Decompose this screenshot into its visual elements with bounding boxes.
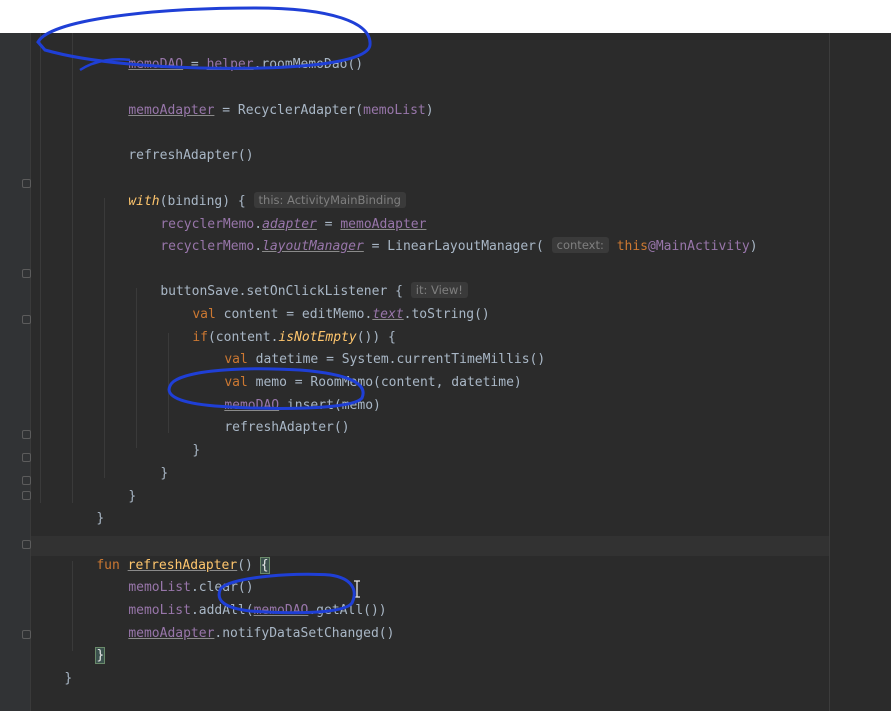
code-text: .toString() [403,307,490,322]
code-line[interactable]: } [97,467,136,504]
code-line[interactable]: } [33,649,72,686]
code-line[interactable]: with(binding) { this: ActivityMainBindin… [97,172,406,209]
this-keyword: this [616,239,649,254]
code-line[interactable]: if(content.isNotEmpty()) { [161,308,396,345]
code-text: . [254,239,263,254]
code-text: } [64,671,73,686]
fold-marker-icon[interactable] [22,315,31,324]
code-line[interactable]: recyclerMemo.adapter = memoAdapter [129,195,426,232]
code-line[interactable]: } [129,444,168,481]
code-text: .notifyDataSetChanged() [214,626,395,641]
code-line[interactable]: } [65,626,106,664]
right-margin-guide [829,33,830,711]
code-line[interactable]: recyclerMemo.layoutManager = LinearLayou… [129,217,758,254]
fold-marker-icon[interactable] [22,540,31,549]
code-line[interactable]: val memo = RoomMemo(content, datetime) [193,353,521,390]
fold-marker-icon[interactable] [22,476,31,485]
code-text: } [96,511,105,526]
code-text: ) [749,239,758,254]
memoList-ref: memoList [363,103,426,118]
code-line[interactable]: val content = editMemo.text.toString() [161,285,489,322]
memoAdapter-ref: memoAdapter [128,103,215,118]
code-text: refreshAdapter() [224,420,350,435]
code-line[interactable]: } [161,421,200,458]
code-text: = RecyclerAdapter( [214,103,364,118]
code-text: } [192,443,201,458]
code-line[interactable]: refreshAdapter() [193,398,349,435]
code-text: } [128,489,137,504]
inlay-hint: context: [551,237,609,253]
code-editor[interactable]: memoDAO = helper.roomMemoDao() memoAdapt… [0,33,891,711]
memoAdapter-ref: memoAdapter [128,626,215,641]
code-text: .roomMemoDao() [253,57,364,72]
code-line[interactable]: memoList.clear() [97,558,253,595]
code-line[interactable]: } [65,489,104,526]
top-white-bar [0,0,891,33]
editor-gutter [0,33,31,711]
label-ref: @MainActivity [648,239,750,254]
fold-marker-icon[interactable] [22,269,31,278]
code-line[interactable]: buttonSave.setOnClickListener { it: View… [129,262,468,299]
recyclerMemo-ref: recyclerMemo [160,239,255,254]
code-line[interactable]: memoDAO = helper.roomMemoDao() [97,35,363,72]
code-text: } [160,466,169,481]
indent-guide [40,33,41,503]
fold-marker-icon[interactable] [22,179,31,188]
code-line[interactable]: memoList.addAll(memoDAO.getAll()) [97,581,386,618]
fold-marker-icon[interactable] [22,491,31,500]
code-line[interactable]: memoAdapter.notifyDataSetChanged() [97,604,394,641]
fold-marker-icon[interactable] [22,430,31,439]
fold-marker-icon[interactable] [22,453,31,462]
helper-ref: helper [206,57,254,72]
code-text: ) [425,103,434,118]
code-line[interactable]: memoAdapter = RecyclerAdapter(memoList) [97,81,433,118]
code-line[interactable]: val datetime = System.currentTimeMillis(… [193,330,545,367]
matched-brace: } [95,647,106,664]
layoutManager-prop: layoutManager [262,239,364,254]
code-text: = [183,57,207,72]
indent-guide [72,33,73,503]
memoDAO-ref: memoDAO [128,57,184,72]
text-cursor-icon [354,580,360,598]
code-text: = LinearLayoutManager( [363,239,552,254]
code-line[interactable]: memoDAO.insert(memo) [193,376,381,413]
code-text: refreshAdapter() [128,148,254,163]
indent-guide [104,198,105,478]
code-line[interactable]: refreshAdapter() [97,126,253,163]
code-line[interactable]: fun refreshAdapter() { [65,536,270,574]
fold-marker-icon[interactable] [22,630,31,639]
matched-brace: { [259,557,270,574]
